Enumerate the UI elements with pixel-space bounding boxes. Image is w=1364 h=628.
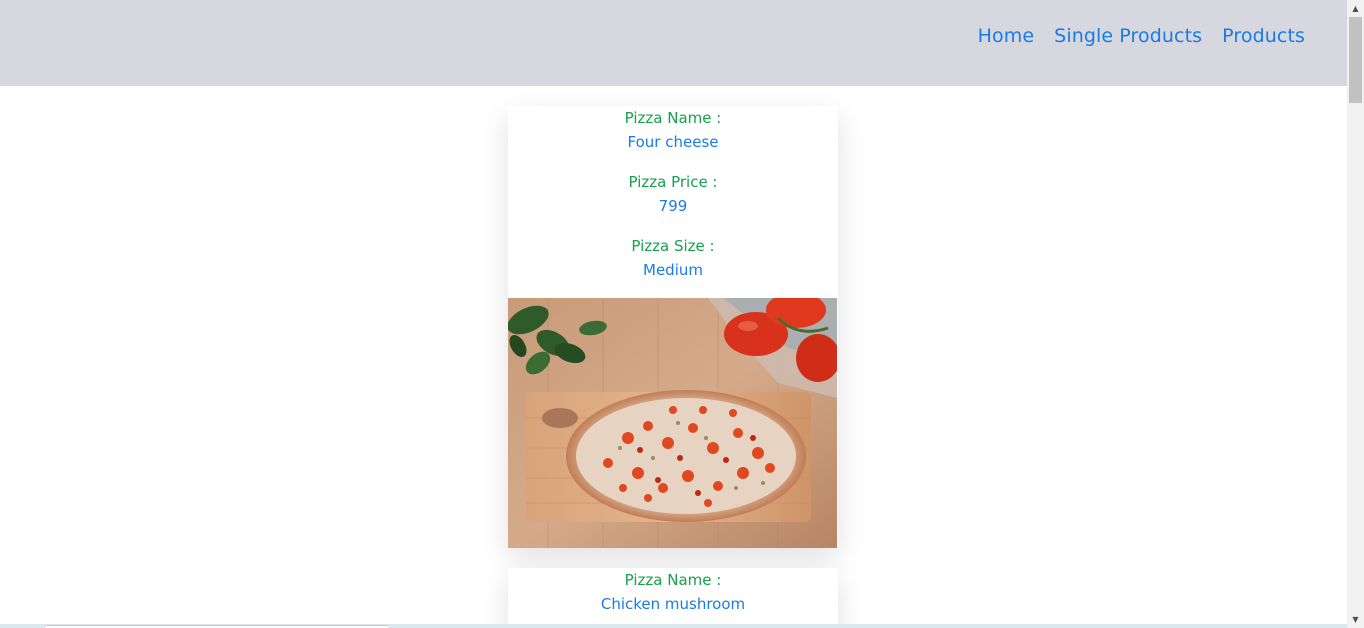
pizza-card-details: Pizza Name : Four cheese Pizza Price : 7… (508, 106, 838, 282)
nav-link-products[interactable]: Products (1222, 23, 1305, 49)
scrollbar-thumb[interactable] (1349, 17, 1362, 103)
pizza-size-field: Pizza Size : Medium (508, 234, 838, 282)
pizza-size-label: Pizza Size : (631, 237, 715, 255)
nav-links: Home Single Products Products (978, 23, 1305, 49)
pizza-card: Pizza Name : Four cheese Pizza Price : 7… (508, 106, 838, 548)
pizza-card-details: Pizza Name : Chicken mushroom (508, 568, 838, 616)
pizza-name-value: Chicken mushroom (600, 595, 746, 613)
pizza-price-field: Pizza Price : 799 (508, 170, 838, 218)
pizza-card: Pizza Name : Chicken mushroom (508, 568, 838, 628)
pizza-price-value: 799 (658, 197, 688, 215)
pizza-image (508, 298, 837, 548)
pizza-name-label: Pizza Name : (624, 109, 722, 127)
pizza-name-value: Four cheese (627, 133, 719, 151)
pizza-name-label: Pizza Name : (624, 571, 722, 589)
chevron-down-icon[interactable]: ▼ (1347, 611, 1364, 628)
browser-page: Home Single Products Products Pizza Name… (0, 0, 1364, 628)
pizza-price-label: Pizza Price : (628, 173, 718, 191)
nav-link-home[interactable]: Home (978, 23, 1035, 49)
navbar: Home Single Products Products (0, 0, 1347, 86)
page-viewport: Home Single Products Products Pizza Name… (0, 0, 1347, 628)
pizza-size-value: Medium (643, 261, 703, 279)
nav-link-single-products[interactable]: Single Products (1054, 23, 1202, 49)
vertical-scrollbar[interactable]: ▲ ▼ (1347, 0, 1364, 628)
pizza-name-field: Pizza Name : Four cheese (508, 106, 838, 154)
pizza-name-field: Pizza Name : Chicken mushroom (508, 568, 838, 616)
chevron-up-icon[interactable]: ▲ (1347, 0, 1364, 17)
